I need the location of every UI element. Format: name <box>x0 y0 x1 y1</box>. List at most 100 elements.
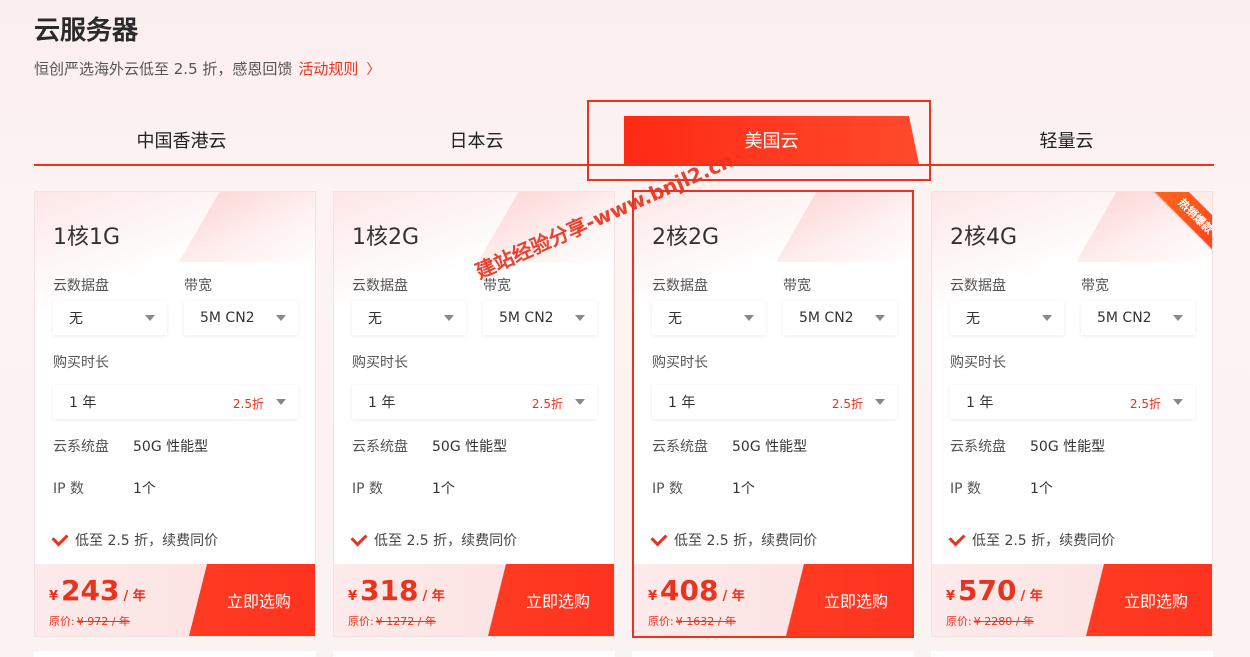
promo-text: 低至 2.5 折，续费同价 <box>972 533 1116 549</box>
price: ¥ 408 / 年 <box>648 574 745 607</box>
discount-badge: 2.5折 <box>1129 397 1161 411</box>
duration-select[interactable]: 1 年 2.5折 <box>352 385 597 419</box>
original-price: 原价: ¥ 2280 / 年 <box>946 613 1034 629</box>
duration-label: 购买时长 <box>53 355 109 371</box>
ip-value: 1个 <box>732 481 755 497</box>
promo-line: 低至 2.5 折，续费同价 <box>948 529 1116 550</box>
system-disk-value: 50G 性能型 <box>1030 439 1106 455</box>
original-price: 原价: ¥ 1632 / 年 <box>648 613 736 629</box>
bandwidth-value: 5M CN2 <box>1097 310 1152 326</box>
check-icon <box>350 529 368 547</box>
system-disk-label: 云系统盘 <box>53 439 109 455</box>
caret-down-icon <box>575 399 585 405</box>
tab-usa[interactable]: 美国云 <box>624 116 919 164</box>
original-price: 原价: ¥ 972 / 年 <box>49 613 130 629</box>
bandwidth-select[interactable]: 5M CN2 <box>184 301 298 335</box>
disk-select[interactable]: 无 <box>652 301 766 335</box>
bandwidth-select[interactable]: 5M CN2 <box>1081 301 1195 335</box>
price-unit: / 年 <box>123 589 146 604</box>
promo-text: 低至 2.5 折，续费同价 <box>374 533 518 549</box>
system-disk-value: 50G 性能型 <box>133 439 209 455</box>
buy-now-button[interactable]: 立即选购 <box>1086 564 1212 636</box>
caret-down-icon <box>875 315 885 321</box>
rules-link[interactable]: 活动规则 <box>298 58 358 79</box>
currency-symbol: ¥ <box>348 589 358 604</box>
disk-label: 云数据盘 <box>950 278 1006 294</box>
product-card: 1核2G 云数据盘 带宽 无 5M CN2 购买时长 1 年 2.5折 云系统盘… <box>333 191 615 637</box>
caret-down-icon <box>444 315 454 321</box>
duration-value: 1 年 <box>368 395 396 411</box>
promo-line: 低至 2.5 折，续费同价 <box>650 529 818 550</box>
tab-lightweight[interactable]: 轻量云 <box>919 116 1214 164</box>
caret-down-icon <box>1042 315 1052 321</box>
next-row-card <box>333 651 615 657</box>
currency-symbol: ¥ <box>648 589 658 604</box>
ip-label: IP 数 <box>950 481 982 497</box>
disk-select[interactable]: 无 <box>950 301 1064 335</box>
price-amount: 243 <box>61 574 120 607</box>
tab-label: 日本云 <box>449 131 504 152</box>
system-disk-label: 云系统盘 <box>950 439 1006 455</box>
promo-text: 低至 2.5 折，续费同价 <box>674 533 818 549</box>
bandwidth-select[interactable]: 5M CN2 <box>783 301 897 335</box>
disk-label: 云数据盘 <box>352 278 408 294</box>
caret-down-icon <box>276 399 286 405</box>
ip-value: 1个 <box>133 481 156 497</box>
product-card: 2核2G 云数据盘 带宽 无 5M CN2 购买时长 1 年 2.5折 云系统盘… <box>632 190 914 638</box>
bandwidth-value: 5M CN2 <box>200 310 255 326</box>
promo-line: 低至 2.5 折，续费同价 <box>51 529 219 550</box>
price-amount: 318 <box>360 574 419 607</box>
bandwidth-label: 带宽 <box>1081 278 1109 294</box>
buy-now-button[interactable]: 立即选购 <box>786 564 912 636</box>
original-price-label: 原价: <box>348 615 374 628</box>
disk-select[interactable]: 无 <box>352 301 466 335</box>
original-price-value: ¥ 2280 / 年 <box>973 615 1034 628</box>
subtitle-text: 恒创严选海外云低至 2.5 折，感恩回馈 <box>34 60 293 78</box>
tab-hongkong[interactable]: 中国香港云 <box>34 116 329 164</box>
page-title: 云服务器 <box>34 16 139 46</box>
chevron-right-icon[interactable]: 〉 <box>366 59 380 79</box>
disk-label: 云数据盘 <box>652 278 708 294</box>
price: ¥ 318 / 年 <box>348 574 445 607</box>
caret-down-icon <box>276 315 286 321</box>
bandwidth-value: 5M CN2 <box>499 310 554 326</box>
bandwidth-label: 带宽 <box>783 278 811 294</box>
card-spec-title: 1核1G <box>53 225 121 250</box>
duration-select[interactable]: 1 年 2.5折 <box>652 385 897 419</box>
discount-badge: 2.5折 <box>531 397 563 411</box>
check-icon <box>51 529 69 547</box>
original-price-label: 原价: <box>49 615 75 628</box>
caret-down-icon <box>744 315 754 321</box>
bandwidth-value: 5M CN2 <box>799 310 854 326</box>
disk-select[interactable]: 无 <box>53 301 167 335</box>
caret-down-icon <box>875 399 885 405</box>
buy-now-button[interactable]: 立即选购 <box>488 564 614 636</box>
bandwidth-select[interactable]: 5M CN2 <box>483 301 597 335</box>
check-icon <box>650 529 668 547</box>
tab-japan[interactable]: 日本云 <box>329 116 624 164</box>
ip-label: IP 数 <box>53 481 85 497</box>
price-bar: ¥ 243 / 年 原价: ¥ 972 / 年 立即选购 <box>35 564 315 636</box>
price-unit: / 年 <box>422 589 445 604</box>
system-disk-value: 50G 性能型 <box>432 439 508 455</box>
bandwidth-label: 带宽 <box>483 278 511 294</box>
ip-label: IP 数 <box>352 481 384 497</box>
page-subtitle: 恒创严选海外云低至 2.5 折，感恩回馈 活动规则 〉 <box>34 58 380 79</box>
duration-value: 1 年 <box>966 395 994 411</box>
duration-select[interactable]: 1 年 2.5折 <box>53 385 298 419</box>
disk-value: 无 <box>966 311 980 327</box>
price-bar: ¥ 318 / 年 原价: ¥ 1272 / 年 立即选购 <box>334 564 614 636</box>
tab-label: 美国云 <box>744 131 799 152</box>
original-price-label: 原价: <box>648 615 674 628</box>
original-price-label: 原价: <box>946 615 972 628</box>
duration-select[interactable]: 1 年 2.5折 <box>950 385 1195 419</box>
discount-badge: 2.5折 <box>831 397 863 411</box>
product-card: 2核4G 云数据盘 带宽 无 5M CN2 购买时长 1 年 2.5折 云系统盘… <box>931 191 1213 637</box>
disk-label: 云数据盘 <box>53 278 109 294</box>
buy-now-button[interactable]: 立即选购 <box>189 564 315 636</box>
promo-text: 低至 2.5 折，续费同价 <box>75 533 219 549</box>
price-bar: ¥ 408 / 年 原价: ¥ 1632 / 年 立即选购 <box>634 564 912 636</box>
duration-label: 购买时长 <box>950 355 1006 371</box>
system-disk-value: 50G 性能型 <box>732 439 808 455</box>
tab-label: 轻量云 <box>1039 131 1094 152</box>
